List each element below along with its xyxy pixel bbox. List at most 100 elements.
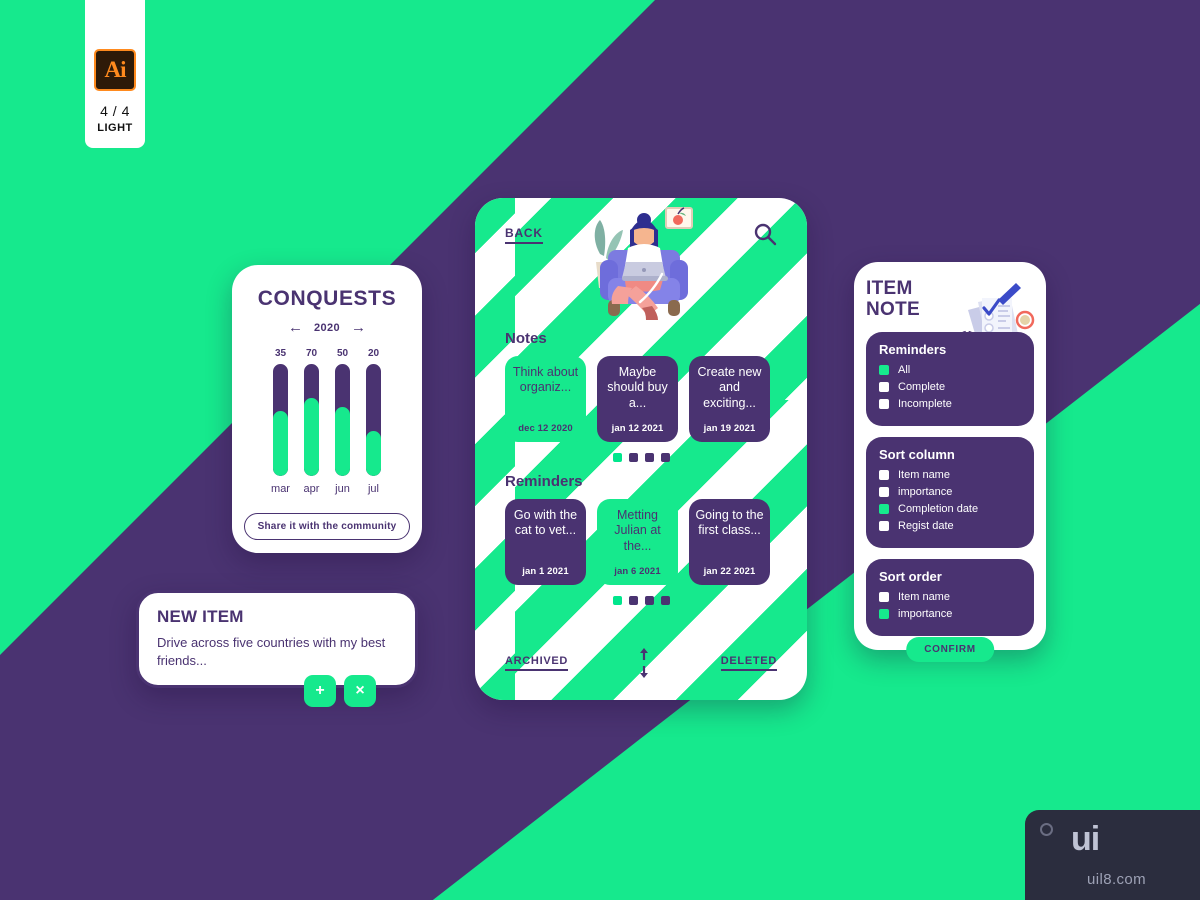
chip-date: jan 6 2021: [614, 566, 661, 577]
panel-title: Reminders: [879, 341, 947, 357]
checkbox-icon[interactable]: [879, 364, 889, 375]
search-icon[interactable]: [753, 222, 777, 246]
conquests-card: CONQUESTS ← 2020 → 35 mar 70 apr 50 jun 20 jul …: [232, 265, 422, 553]
pagination-dot[interactable]: [644, 596, 654, 605]
year-selector: ← 2020 →: [288, 320, 366, 335]
filter-panels: Reminders All Complete Incomplete Sort colum…: [866, 331, 1034, 636]
chip-date: jan 1 2021: [522, 566, 569, 577]
chip-text: Going to the first class...: [695, 508, 764, 538]
chip-date: jan 22 2021: [703, 566, 756, 577]
filter-option[interactable]: Item name: [879, 469, 1021, 481]
pagination-dot[interactable]: [660, 453, 670, 462]
new-item-title: NEW ITEM: [157, 607, 244, 626]
chip-text: Think about organiz...: [512, 365, 579, 395]
checkbox-icon[interactable]: [879, 381, 889, 392]
filter-option[interactable]: Complete: [879, 381, 1021, 393]
watermark-dot-icon: [1040, 823, 1053, 836]
filter-option[interactable]: importance: [879, 608, 1021, 620]
adobe-illustrator-badge: Ai 4 / 4 LIGHT: [85, 0, 145, 148]
bar-track[interactable]: [335, 364, 350, 476]
chip-text: Go with the cat to vet...: [513, 508, 578, 538]
pagination-dot[interactable]: [644, 453, 654, 462]
pagination-dot[interactable]: [612, 453, 622, 462]
canvas: Ai 4 / 4 LIGHT CONQUESTS ← 2020 → 35 mar 7…: [0, 0, 1200, 900]
bar-column: 35 mar: [271, 348, 290, 495]
filter-option-label: importance: [898, 607, 953, 620]
checkbox-icon[interactable]: [879, 486, 889, 497]
filter-option[interactable]: Item name: [879, 591, 1021, 603]
note-chip[interactable]: Think about organiz... dec 12 2020: [505, 356, 586, 442]
year-label: 2020: [313, 321, 341, 334]
filter-panel: Reminders All Complete Incomplete: [866, 331, 1034, 426]
new-item-description[interactable]: Drive across five countries with my best…: [157, 634, 392, 669]
filter-option[interactable]: Regist date: [879, 520, 1021, 532]
filter-panel: Sort order Item name importance: [866, 558, 1034, 636]
reminders-pagination: [505, 596, 777, 605]
conquests-title: CONQUESTS: [257, 287, 397, 310]
bar-track[interactable]: [304, 364, 319, 476]
pagination-dot[interactable]: [660, 596, 670, 605]
chip-date: jan 19 2021: [703, 423, 756, 434]
filter-option-label: Item name: [898, 468, 950, 481]
filter-option[interactable]: All: [879, 364, 1021, 376]
notes-list: Think about organiz... dec 12 2020 Maybe s…: [505, 356, 777, 442]
filter-option-label: Regist date: [898, 519, 954, 532]
panel-title: Sort order: [879, 568, 942, 584]
prev-year-icon[interactable]: ←: [288, 320, 303, 335]
filter-option-label: Completion date: [898, 502, 979, 515]
filter-option-label: Incomplete: [898, 397, 952, 410]
watermark-url: uil8.com: [1087, 871, 1147, 888]
back-link[interactable]: BACK: [505, 226, 543, 244]
note-chip[interactable]: Maybe should buy a... jan 12 2021: [597, 356, 678, 442]
pagination-dot[interactable]: [628, 453, 638, 462]
bar-column: 50 jun: [334, 348, 352, 495]
cancel-item-button[interactable]: ×: [344, 675, 376, 707]
bar-fill: [304, 397, 319, 476]
card-header: BACK: [505, 198, 777, 328]
bar-value: 35: [274, 348, 287, 359]
checkbox-icon[interactable]: [879, 398, 889, 409]
share-community-button[interactable]: Share it with the community: [244, 513, 410, 540]
sort-direction-icon[interactable]: [637, 648, 651, 678]
notes-app-card: BACK Notes Think about organiz... dec 12…: [475, 198, 807, 700]
add-item-button[interactable]: +: [304, 675, 336, 707]
notes-pagination: [505, 453, 777, 462]
pagination-dot[interactable]: [612, 596, 622, 605]
notes-section-title: Notes: [505, 330, 547, 347]
checkbox-icon[interactable]: [879, 591, 889, 602]
bar-label: jul: [367, 483, 379, 495]
deleted-link[interactable]: DELETED: [720, 655, 777, 671]
filter-option[interactable]: Completion date: [879, 503, 1021, 515]
filter-option[interactable]: Incomplete: [879, 398, 1021, 410]
bar-label: mar: [271, 483, 290, 495]
note-chip[interactable]: Create new and exciting... jan 19 2021: [689, 356, 770, 442]
watermark: ui uil8.com: [1025, 810, 1200, 900]
bar-track[interactable]: [366, 364, 381, 476]
bar-value: 70: [305, 348, 318, 359]
reminder-chip[interactable]: Go with the cat to vet... jan 1 2021: [505, 499, 586, 585]
checkbox-icon[interactable]: [879, 503, 889, 514]
bar-fill: [273, 411, 288, 476]
chip-date: dec 12 2020: [518, 423, 573, 434]
archived-link[interactable]: ARCHIVED: [505, 655, 569, 671]
filter-option-label: Item name: [898, 590, 950, 603]
next-year-icon[interactable]: →: [351, 320, 366, 335]
bar-value: 20: [367, 348, 380, 359]
reminder-chip[interactable]: Metting Julian at the... jan 6 2021: [597, 499, 678, 585]
filter-option[interactable]: importance: [879, 486, 1021, 498]
checkbox-icon[interactable]: [879, 608, 889, 619]
bar-fill: [366, 431, 381, 476]
pagination-dot[interactable]: [628, 596, 638, 605]
chip-date: jan 12 2021: [611, 423, 664, 434]
theme-mode-label: LIGHT: [97, 122, 133, 134]
bar-column: 20 jul: [365, 348, 383, 495]
bar-track[interactable]: [273, 364, 288, 476]
confirm-button[interactable]: CONFIRM: [906, 637, 994, 662]
filter-option-label: Complete: [898, 380, 946, 393]
filter-option-label: importance: [898, 485, 953, 498]
reminder-chip[interactable]: Going to the first class... jan 22 2021: [689, 499, 770, 585]
illustrator-icon: Ai: [94, 49, 136, 91]
checkbox-icon[interactable]: [879, 469, 889, 480]
filter-option-label: All: [898, 363, 911, 376]
checkbox-icon[interactable]: [879, 520, 889, 531]
